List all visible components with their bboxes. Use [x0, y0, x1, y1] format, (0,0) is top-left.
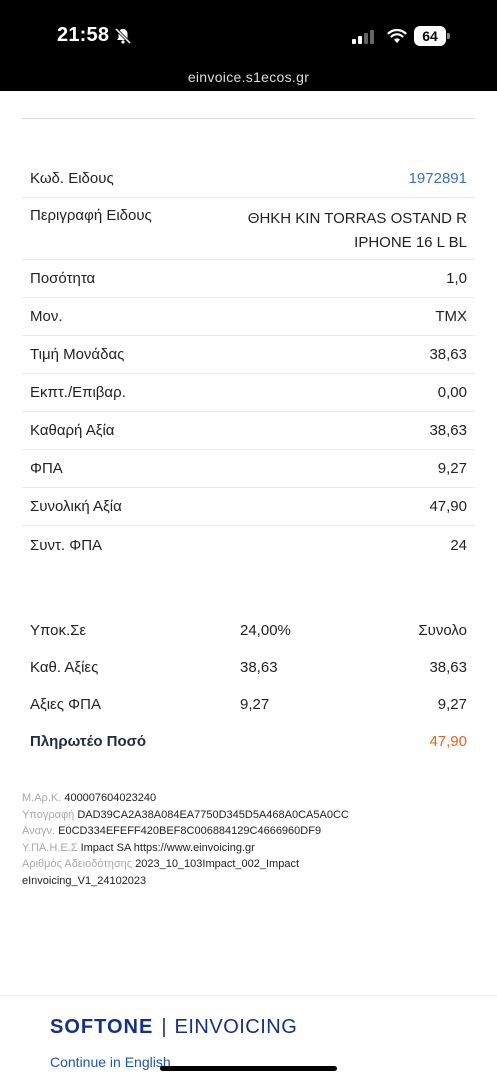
totals-vat-total: 9,27 — [437, 696, 467, 713]
totals-vat-label: Αξιες ΦΠΑ — [30, 696, 101, 713]
net-value-label: Καθαρή Αξία — [30, 422, 115, 439]
row-vat-rate: Συντ. ΦΠΑ 24 — [22, 526, 475, 564]
status-time: 21:58 — [57, 24, 110, 46]
bell-muted-icon — [114, 27, 132, 45]
vat-value: 9,27 — [437, 460, 467, 477]
row-discount: Εκπτ./Επιβαρ. 0,00 — [22, 374, 475, 412]
payable-row: Πληρωτέο Ποσό 47,90 — [22, 723, 475, 760]
cell-signal-icon — [352, 30, 374, 44]
row-total-value: Συνολική Αξία 47,90 — [22, 488, 475, 526]
license-value: 2023_10_103Impact_002_Impact — [135, 858, 300, 870]
unit-value: ΤΜΧ — [435, 308, 467, 325]
signature-label: Υπογραφή — [22, 808, 75, 821]
totals-net-subtotal: 38,63 — [240, 659, 278, 676]
vat-rate-label: Συντ. ΦΠΑ — [30, 536, 103, 554]
mark-line: Μ.Αρ.Κ. 400007604023240 — [22, 790, 475, 807]
description-line-1: ΘΗΚΗ KIN TORRAS OSTAND R — [247, 210, 467, 227]
net-value: 38,63 — [429, 422, 467, 439]
item-code-label: Κωδ. Ειδους — [30, 170, 114, 187]
vat-label: ΦΠΑ — [30, 460, 63, 477]
row-item-code: Κωδ. Ειδους 1972891 — [22, 160, 475, 198]
vat-rate-value: 24 — [450, 536, 467, 554]
unit-label: Μον. — [30, 308, 63, 325]
invoice-info: Μ.Αρ.Κ. 400007604023240 Υπογραφή DAD39CA… — [22, 790, 475, 889]
mark-value: 400007604023240 — [64, 792, 157, 804]
unit-price-value: 38,63 — [429, 346, 467, 363]
provider-line: Υ.ΠΑ.Η.Ε.Σ Impact SA https://www.einvoic… — [22, 840, 475, 857]
divider — [22, 118, 475, 119]
totals-net-total: 38,63 — [429, 659, 467, 676]
totals-net-row: Καθ. Αξίες 38,63 38,63 — [22, 649, 475, 686]
license-label: Αριθμός Αδειοδότησης — [22, 858, 133, 870]
row-unit-price: Τιμή Μονάδας 38,63 — [22, 336, 475, 374]
totals-header-c3: Συνολο — [418, 622, 467, 639]
mark-label: Μ.Αρ.Κ. — [22, 792, 62, 804]
license-line: Αριθμός Αδειοδότησης 2023_10_103Impact_0… — [22, 856, 475, 873]
provider-label: Υ.ΠΑ.Η.Ε.Σ — [22, 841, 78, 854]
item-details: Κωδ. Ειδους 1972891 Περιγραφή Ειδους ΘΗΚ… — [22, 160, 475, 564]
url-bar[interactable]: einvoice.s1ecos.gr — [0, 69, 497, 85]
signature-line: Υπογραφή DAD39CA2A38A084EA7750D345D5A468… — [22, 807, 475, 824]
brand-name: SOFTONE — [50, 1016, 154, 1038]
battery-level: 64 — [414, 26, 446, 46]
wifi-icon — [387, 28, 407, 43]
row-net-value: Καθαρή Αξία 38,63 — [22, 412, 475, 450]
brand-logo: SOFTONE | EINVOICING — [50, 1016, 297, 1039]
description-value: ΘΗΚΗ KIN TORRAS OSTAND R IPHONE 16 L BL — [248, 207, 467, 255]
payable-amount: 47,90 — [429, 733, 467, 750]
total-value-label: Συνολική Αξία — [30, 498, 122, 515]
item-code-link[interactable]: 1972891 — [409, 170, 467, 187]
total-value: 47,90 — [429, 498, 467, 515]
brand-separator: | — [161, 1016, 167, 1038]
reference-label: Αναγν. — [22, 825, 56, 837]
description-label: Περιγραφή Ειδους — [30, 207, 152, 224]
row-vat: ΦΠΑ 9,27 — [22, 450, 475, 488]
continue-in-english-link[interactable]: Continue in English — [50, 1054, 171, 1070]
discount-value: 0,00 — [437, 384, 467, 401]
reference-value: E0CD334EFEFF420BEF8C006884129C4666960DF9 — [58, 825, 322, 837]
payable-label: Πληρωτέο Ποσό — [30, 733, 147, 750]
license-line-2: eInvoicing_V1_24102023 — [22, 874, 147, 887]
signature-value: DAD39CA2A38A084EA7750D345D5A468A0CA5A0CC — [77, 808, 349, 821]
provider-value: Impact SA https://www.einvoicing.gr — [80, 841, 255, 854]
battery-icon: 64 — [414, 26, 450, 46]
quantity-value: 1,0 — [446, 270, 467, 287]
totals-header-c1: Υποκ.Σε — [30, 622, 87, 639]
status-bar: 21:58 64 einvoice.s1ecos.gr — [0, 0, 497, 91]
description-line-2: IPHONE 16 L BL — [354, 234, 467, 251]
reference-line: Αναγν. E0CD334EFEFF420BEF8C006884129C466… — [22, 823, 475, 840]
home-indicator[interactable] — [160, 1066, 337, 1071]
row-quantity: Ποσότητα 1,0 — [22, 260, 475, 298]
totals-vat-subtotal: 9,27 — [240, 696, 270, 713]
brand-product: EINVOICING — [174, 1016, 298, 1038]
totals-net-label: Καθ. Αξίες — [30, 659, 99, 676]
totals-vat-row: Αξιες ΦΠΑ 9,27 9,27 — [22, 686, 475, 723]
totals-header-c2: 24,00% — [240, 622, 291, 639]
totals-table: Υποκ.Σε 24,00% Συνολο Καθ. Αξίες 38,63 3… — [22, 612, 475, 760]
unit-price-label: Τιμή Μονάδας — [30, 346, 125, 363]
discount-label: Εκπτ./Επιβαρ. — [30, 384, 126, 401]
totals-header-row: Υποκ.Σε 24,00% Συνολο — [22, 612, 475, 649]
quantity-label: Ποσότητα — [30, 270, 96, 287]
row-description: Περιγραφή Ειδους ΘΗΚΗ KIN TORRAS OSTAND … — [22, 198, 475, 260]
row-unit: Μον. ΤΜΧ — [22, 298, 475, 336]
